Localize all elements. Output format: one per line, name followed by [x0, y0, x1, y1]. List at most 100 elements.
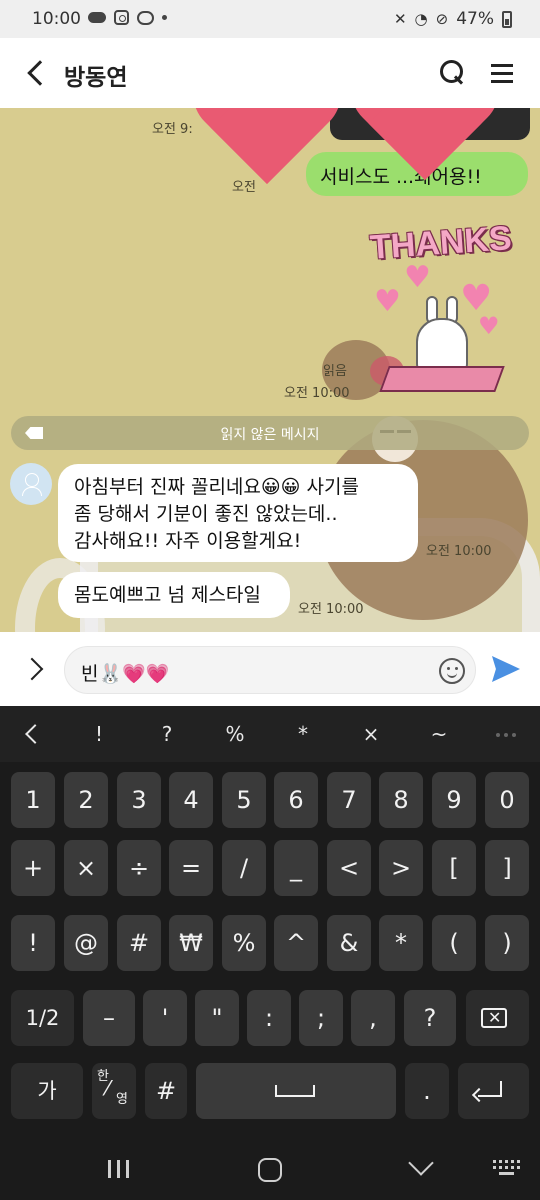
- message-time: 오전 9:: [152, 122, 193, 137]
- heart-icon: ♥: [404, 260, 431, 295]
- emoji-icon[interactable]: [439, 658, 465, 684]
- key[interactable]: >: [379, 840, 423, 896]
- key[interactable]: 3: [117, 772, 161, 828]
- key[interactable]: ×: [64, 840, 108, 896]
- key[interactable]: 4: [169, 772, 213, 828]
- key[interactable]: ]: [485, 840, 529, 896]
- message-input[interactable]: 빈🐰💗💗: [64, 646, 476, 694]
- key[interactable]: 0: [485, 772, 529, 828]
- cloud-icon: [88, 12, 106, 23]
- enter-icon: [478, 1081, 502, 1097]
- heart-sticker-overlay: [192, 108, 342, 206]
- message-input-bar: 빈🐰💗💗: [0, 632, 540, 706]
- received-message-bubble[interactable]: 아침부터 진짜 꼴리네요😀😀 사기를 좀 당해서 기분이 좋진 않았는데.. 감…: [58, 464, 418, 562]
- key[interactable]: !: [11, 915, 55, 971]
- home-icon[interactable]: [258, 1158, 282, 1182]
- symbol-suggestion-row: ! ? % * × ~: [0, 706, 540, 762]
- key[interactable]: +: [11, 840, 55, 896]
- key[interactable]: %: [222, 915, 266, 971]
- message-time: 오전 10:00: [298, 602, 364, 617]
- chat-header: 방동연: [0, 38, 540, 108]
- message-time: 오전 10:00: [284, 386, 350, 401]
- key[interactable]: –: [83, 990, 135, 1046]
- no-sim-icon: ⊘: [435, 10, 449, 28]
- back-button[interactable]: [22, 56, 52, 90]
- key[interactable]: :: [247, 990, 291, 1046]
- hangul-english-toggle-key[interactable]: 한 ⁄ 영: [92, 1063, 136, 1119]
- notification-dot-icon: [162, 15, 167, 20]
- menu-icon[interactable]: [491, 62, 515, 84]
- key[interactable]: =: [169, 840, 213, 896]
- unread-divider: 읽지 않은 메시지: [11, 416, 529, 450]
- language-key[interactable]: 가: [11, 1063, 83, 1119]
- heart-icon: ♥: [478, 312, 500, 340]
- space-key[interactable]: [196, 1063, 396, 1119]
- key[interactable]: &: [327, 915, 371, 971]
- chevron-left-icon[interactable]: [22, 723, 42, 745]
- key[interactable]: ,: [351, 990, 395, 1046]
- message-line: 좀 당해서 기분이 좋진 않았는데..: [74, 503, 338, 525]
- search-icon[interactable]: [440, 60, 466, 86]
- key[interactable]: <: [327, 840, 371, 896]
- expand-menu-button[interactable]: [24, 656, 48, 682]
- key[interactable]: @: [64, 915, 108, 971]
- hash-key[interactable]: #: [145, 1063, 187, 1119]
- send-button[interactable]: [492, 656, 520, 682]
- chat-title: 방동연: [64, 65, 128, 91]
- symbol-key[interactable]: ~: [419, 722, 459, 746]
- key[interactable]: ÷: [117, 840, 161, 896]
- hanyoung-bottom-label: 영: [116, 1092, 128, 1107]
- sticker-text: THANKS: [368, 219, 513, 267]
- symbol-key[interactable]: ×: [351, 722, 391, 746]
- space-icon: [275, 1085, 315, 1097]
- backspace-key[interactable]: ✕: [466, 990, 529, 1046]
- unread-divider-label: 읽지 않은 메시지: [220, 427, 320, 443]
- message-line: 아침부터 진짜 꼴리네요😀😀 사기를: [74, 476, 359, 498]
- key[interactable]: ;: [299, 990, 343, 1046]
- mute-icon: ✕: [393, 10, 407, 28]
- key[interactable]: [: [432, 840, 476, 896]
- symbol-key[interactable]: !: [79, 722, 119, 746]
- symbol-key[interactable]: ?: [147, 722, 187, 746]
- key[interactable]: 7: [327, 772, 371, 828]
- key[interactable]: 2: [64, 772, 108, 828]
- more-options-icon[interactable]: [496, 733, 500, 737]
- message-line: 감사해요!! 자주 이용할게요!: [74, 530, 302, 552]
- line-app-icon: [137, 10, 154, 25]
- key[interactable]: /: [222, 840, 266, 896]
- key[interactable]: ": [195, 990, 239, 1046]
- key[interactable]: 6: [274, 772, 318, 828]
- avatar[interactable]: [10, 463, 52, 505]
- symbol-key[interactable]: *: [283, 722, 323, 746]
- battery-percent: 47%: [456, 9, 494, 29]
- wifi-icon: ◔: [414, 10, 428, 28]
- keyboard-icon[interactable]: [493, 1160, 523, 1178]
- key[interactable]: ?: [404, 990, 456, 1046]
- chat-area[interactable]: 오전 9: 오전 서비스도 ...쇄어용!! THANKS ♥ ♥ ♥ ♥ 읽음…: [0, 108, 540, 632]
- recent-apps-icon[interactable]: [108, 1160, 130, 1178]
- status-time: 10:00: [32, 9, 81, 29]
- key[interactable]: ^: [274, 915, 318, 971]
- key[interactable]: ': [143, 990, 187, 1046]
- key[interactable]: ): [485, 915, 529, 971]
- key[interactable]: #: [117, 915, 161, 971]
- period-key[interactable]: .: [405, 1063, 449, 1119]
- received-message-bubble[interactable]: 몸도예쁘고 넘 제스타일: [58, 572, 290, 618]
- key[interactable]: *: [379, 915, 423, 971]
- hide-keyboard-icon[interactable]: [408, 1150, 434, 1176]
- heart-sticker-overlay: [350, 108, 500, 202]
- thanks-sticker[interactable]: THANKS ♥ ♥ ♥ ♥: [360, 219, 528, 392]
- key[interactable]: 5: [222, 772, 266, 828]
- key[interactable]: ₩: [169, 915, 213, 971]
- key[interactable]: (: [432, 915, 476, 971]
- key[interactable]: 8: [379, 772, 423, 828]
- key[interactable]: 1: [11, 772, 55, 828]
- key[interactable]: 9: [432, 772, 476, 828]
- enter-key[interactable]: [458, 1063, 529, 1119]
- key[interactable]: _: [274, 840, 318, 896]
- symbol-key[interactable]: %: [215, 722, 255, 746]
- heart-icon: ♥: [374, 284, 401, 319]
- status-bar: 10:00 ✕ ◔ ⊘ 47%: [0, 0, 540, 38]
- page-toggle-key[interactable]: 1/2: [11, 990, 74, 1046]
- system-navigation-bar: [0, 1122, 540, 1200]
